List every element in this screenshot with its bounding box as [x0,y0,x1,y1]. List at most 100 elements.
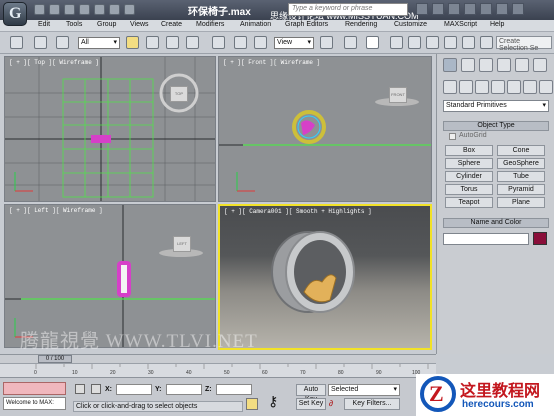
help-star-icon[interactable] [432,3,444,15]
menu-help[interactable]: Help [490,21,504,28]
geosphere-button[interactable]: GeoSphere [497,158,545,169]
name-and-color-rollout[interactable]: Name and Color [443,218,549,228]
menu-modifiers[interactable]: Modifiers [196,21,224,28]
select-by-name-icon[interactable] [146,36,159,49]
viewport-top-label[interactable]: [ + ][ Top ][ Wireframe ] [9,59,99,66]
new-file-icon[interactable] [34,4,45,15]
viewport-front[interactable]: [ + ][ Front ][ Wireframe ] FRONT [218,56,432,202]
maxscript-listener-field[interactable] [3,382,66,395]
minimize-icon[interactable] [480,3,492,15]
lights-category-icon[interactable] [475,80,489,94]
menu-create[interactable]: Create [161,21,182,28]
window-crossing-icon[interactable] [186,36,199,49]
rectangular-selection-icon[interactable] [166,36,179,49]
undo-icon[interactable] [79,4,90,15]
welcome-message[interactable]: Welcome to MAX: [3,397,66,410]
x-coordinate-field[interactable] [116,384,152,395]
sphere-button[interactable]: Sphere [445,158,493,169]
rotate-icon[interactable] [234,36,247,49]
object-type-rollout[interactable]: Object Type [443,121,549,131]
close-icon[interactable] [512,3,524,15]
binoculars-icon[interactable] [416,3,428,15]
viewport-front-label[interactable]: [ + ][ Front ][ Wireframe ] [223,59,320,66]
geometry-category-icon[interactable] [443,80,457,94]
menu-graph-editors[interactable]: Graph Editors [285,21,328,28]
menu-animation[interactable]: Animation [240,21,271,28]
set-key-icon[interactable]: ⚷ [268,393,278,410]
snaps-toggle-icon[interactable] [390,36,403,49]
select-manipulate-icon[interactable] [344,36,357,49]
plane-button[interactable]: Plane [497,197,545,208]
viewcube-front[interactable]: FRONT [389,87,407,103]
viewport-left-label[interactable]: [ + ][ Left ][ Wireframe ] [9,207,103,214]
move-icon[interactable] [212,36,225,49]
hierarchy-tab-icon[interactable] [479,58,493,72]
menu-edit[interactable]: Edit [38,21,50,28]
menu-maxscript[interactable]: MAXScript [444,21,477,28]
bind-spacewarp-icon[interactable] [56,36,69,49]
mirror-icon[interactable] [480,36,493,49]
open-file-icon[interactable] [49,4,60,15]
cameras-category-icon[interactable] [491,80,505,94]
motion-tab-icon[interactable] [497,58,511,72]
display-tab-icon[interactable] [515,58,529,72]
edit-named-selection-icon[interactable] [462,36,475,49]
primitive-category-dropdown[interactable]: Standard Primitives [443,100,549,112]
z-coordinate-field[interactable] [216,384,252,395]
pyramid-button[interactable]: Pyramid [497,184,545,195]
autogrid-checkbox[interactable] [449,133,456,140]
modify-tab-icon[interactable] [461,58,475,72]
menu-views[interactable]: Views [130,21,149,28]
undo-tool-icon[interactable] [10,36,23,49]
cone-button[interactable]: Cone [497,145,545,156]
auto-key-button[interactable]: Auto Key [296,384,326,403]
systems-category-icon[interactable] [539,80,553,94]
helpers-category-icon[interactable] [507,80,521,94]
box-button[interactable]: Box [445,145,493,156]
pivot-center-icon[interactable] [320,36,333,49]
set-key-button[interactable]: Set Key [296,398,326,410]
percent-snap-icon[interactable] [426,36,439,49]
cylinder-button[interactable]: Cylinder [445,171,493,182]
teapot-button[interactable]: Teapot [445,197,493,208]
favorites-icon[interactable] [448,3,460,15]
help-icon[interactable] [464,3,476,15]
menu-group[interactable]: Group [97,21,116,28]
menu-tools[interactable]: Tools [66,21,82,28]
keyboard-shortcut-toggle-icon[interactable] [366,36,379,49]
object-name-field[interactable] [443,233,529,245]
key-filter-icon[interactable]: ∂ [329,399,341,409]
time-slider-thumb[interactable]: 0 / 100 [38,355,72,363]
scale-icon[interactable] [254,36,267,49]
hold-icon[interactable] [109,4,120,15]
select-link-icon[interactable] [34,36,47,49]
maximize-icon[interactable] [496,3,508,15]
utilities-tab-icon[interactable] [533,58,547,72]
key-filters-button[interactable]: Key Filters... [344,398,400,410]
app-logo-button[interactable]: G [3,2,27,26]
track-bar[interactable] [0,363,436,377]
shapes-category-icon[interactable] [459,80,473,94]
spinner-snap-icon[interactable] [444,36,457,49]
viewcube-top[interactable]: TOP [170,86,188,102]
viewport-camera-label[interactable]: [ + ][ Camera001 ][ Smooth + Highlights … [224,208,372,215]
tube-button[interactable]: Tube [497,171,545,182]
create-tab-icon[interactable] [443,58,457,72]
object-color-swatch[interactable] [533,232,547,245]
menu-customize[interactable]: Customize [394,21,427,28]
spacewarps-category-icon[interactable] [523,80,537,94]
project-folder-icon[interactable] [124,4,135,15]
viewcube-left[interactable]: LEFT [173,236,191,252]
torus-button[interactable]: Torus [445,184,493,195]
viewport-top[interactable]: [ + ][ Top ][ Wireframe ] TOP [4,56,216,202]
create-selection-set-field[interactable]: Create Selection Se [496,36,552,52]
select-object-icon[interactable] [126,36,139,49]
selection-filter-dropdown[interactable]: All [78,37,120,49]
add-time-tag-icon[interactable] [246,398,258,410]
key-selection-dropdown[interactable]: Selected [328,384,400,396]
y-coordinate-field[interactable] [166,384,202,395]
angle-snap-icon[interactable] [408,36,421,49]
menu-rendering[interactable]: Rendering [345,21,377,28]
selection-lock-icon[interactable] [75,384,85,394]
search-input[interactable]: Type a keyword or phrase [288,3,408,16]
